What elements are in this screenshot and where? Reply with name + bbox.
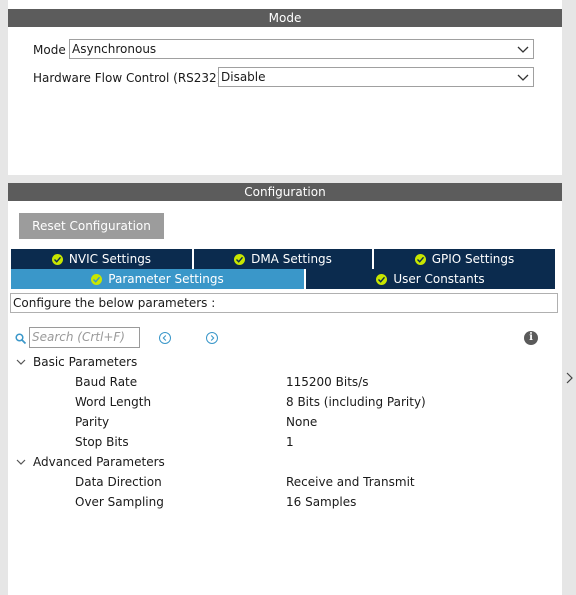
- reset-configuration-button[interactable]: Reset Configuration: [19, 213, 164, 239]
- mode-header: Mode: [8, 9, 562, 27]
- tab-label: Parameter Settings: [108, 272, 224, 286]
- param-row[interactable]: Data Direction Receive and Transmit: [8, 472, 562, 492]
- mode-panel: Mode Mode Asynchronous Hardware Flow Con…: [8, 0, 562, 175]
- tab-label: NVIC Settings: [68, 252, 152, 266]
- configuration-header: Configuration: [8, 183, 562, 201]
- group-label: Advanced Parameters: [33, 455, 165, 469]
- flow-control-select[interactable]: Disable: [218, 67, 534, 87]
- check-icon: [51, 253, 63, 265]
- param-name: Over Sampling: [75, 495, 164, 509]
- flow-control-value: Disable: [221, 70, 266, 84]
- param-name: Baud Rate: [75, 375, 138, 389]
- tab-nvic-settings[interactable]: NVIC Settings: [11, 249, 192, 269]
- check-icon: [414, 253, 426, 265]
- group-basic-parameters[interactable]: Basic Parameters: [16, 352, 556, 372]
- info-icon[interactable]: i: [524, 331, 538, 345]
- mode-row: Mode: [33, 39, 66, 61]
- param-name: Parity: [75, 415, 110, 429]
- mode-select-value: Asynchronous: [72, 42, 157, 56]
- param-row[interactable]: Stop Bits 1: [8, 432, 562, 452]
- chevron-right-icon[interactable]: [566, 371, 574, 385]
- search-icon: [15, 333, 27, 345]
- param-name: Word Length: [75, 395, 152, 409]
- param-row[interactable]: Parity None: [8, 412, 562, 432]
- tab-dma-settings[interactable]: DMA Settings: [194, 249, 372, 269]
- param-row[interactable]: Word Length 8 Bits (including Parity): [8, 392, 562, 412]
- check-icon: [376, 273, 388, 285]
- param-name: Data Direction: [75, 475, 162, 489]
- param-name: Stop Bits: [75, 435, 129, 449]
- mode-select[interactable]: Asynchronous: [69, 39, 534, 59]
- description-text: Configure the below parameters :: [10, 293, 558, 313]
- chevron-down-icon: [517, 74, 529, 81]
- search-input[interactable]: Search (Crtl+F): [29, 327, 140, 348]
- tab-label: DMA Settings: [251, 252, 332, 266]
- tab-label: GPIO Settings: [431, 252, 515, 266]
- tab-parameter-settings[interactable]: Parameter Settings: [11, 269, 304, 289]
- param-row[interactable]: Baud Rate 115200 Bits/s: [8, 372, 562, 392]
- param-value: None: [286, 415, 318, 429]
- param-value: 8 Bits (including Parity): [286, 395, 426, 409]
- param-value: 1: [286, 435, 294, 449]
- uart-config-view: Mode Mode Asynchronous Hardware Flow Con…: [0, 0, 576, 595]
- next-match-icon[interactable]: [206, 332, 218, 344]
- tab-user-constants[interactable]: User Constants: [306, 269, 555, 289]
- param-row[interactable]: Over Sampling 16 Samples: [8, 492, 562, 512]
- tab-gpio-settings[interactable]: GPIO Settings: [374, 249, 555, 269]
- param-value: 16 Samples: [286, 495, 357, 509]
- chevron-down-icon: [517, 46, 529, 53]
- param-value: 115200 Bits/s: [286, 375, 369, 389]
- param-value: Receive and Transmit: [286, 475, 415, 489]
- previous-match-icon[interactable]: [159, 332, 171, 344]
- group-label: Basic Parameters: [33, 355, 138, 369]
- flow-control-label: Hardware Flow Control (RS232): [33, 71, 222, 85]
- chevron-down-icon: [16, 459, 26, 465]
- flow-control-row: Hardware Flow Control (RS232): [33, 67, 221, 89]
- tab-label: User Constants: [393, 272, 485, 286]
- check-icon: [91, 273, 103, 285]
- configuration-panel: Configuration Reset Configuration NVIC S…: [8, 183, 562, 595]
- chevron-down-icon: [16, 359, 26, 365]
- mode-label: Mode: [33, 43, 66, 57]
- check-icon: [234, 253, 246, 265]
- group-advanced-parameters[interactable]: Advanced Parameters: [16, 452, 556, 472]
